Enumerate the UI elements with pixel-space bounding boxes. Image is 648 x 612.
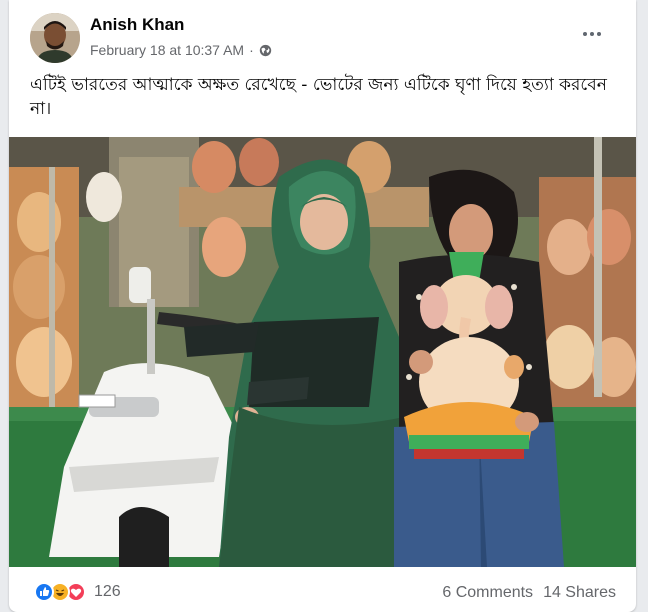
like-icon — [34, 582, 54, 602]
shares-count[interactable]: 14 Shares — [543, 584, 616, 602]
meta-separator: · — [249, 42, 254, 58]
post-header: Anish Khan February 18 at 10:37 AM · — [9, 0, 636, 66]
comments-count[interactable]: 6 Comments — [442, 584, 533, 602]
facebook-post: Anish Khan February 18 at 10:37 AM · এটি… — [9, 0, 636, 612]
reactions-summary[interactable]: 126 — [34, 582, 121, 602]
post-photo[interactable] — [9, 137, 636, 567]
author-name[interactable]: Anish Khan — [90, 15, 184, 35]
engagement-counts: 6 Comments 14 Shares — [442, 584, 616, 602]
globe-icon — [259, 44, 272, 57]
more-options-icon[interactable] — [577, 22, 607, 46]
post-timestamp[interactable]: February 18 at 10:37 AM — [90, 42, 244, 58]
author-avatar[interactable] — [30, 13, 80, 63]
post-footer: 126 6 Comments 14 Shares — [9, 575, 636, 612]
post-meta: February 18 at 10:37 AM · — [90, 42, 272, 58]
post-text: এটিই ভারতের আত্মাকে অক্ষত রেখেছে - ভোটের… — [30, 75, 607, 119]
reaction-count[interactable]: 126 — [94, 583, 121, 601]
